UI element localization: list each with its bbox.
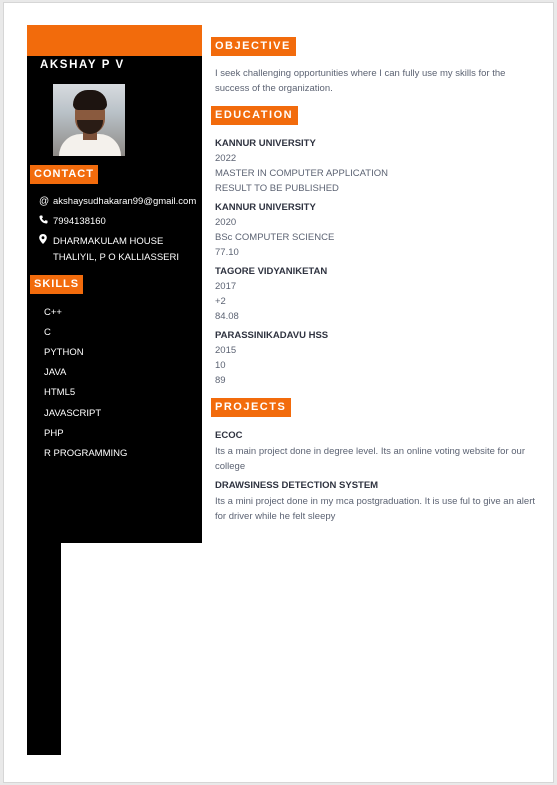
skill-item: C bbox=[44, 327, 51, 338]
education-result: 84.08 bbox=[215, 311, 239, 322]
education-year: 2017 bbox=[215, 281, 237, 292]
sidebar-tail bbox=[27, 543, 61, 755]
skill-item: C++ bbox=[44, 307, 62, 318]
skill-item: HTML5 bbox=[44, 387, 76, 398]
project-title: ECOC bbox=[215, 430, 243, 441]
education-course: BSc COMPUTER SCIENCE bbox=[215, 232, 335, 243]
education-institution: PARASSINIKADAVU HSS bbox=[215, 330, 329, 341]
address-text: DHARMAKULAM HOUSE THALIYIL, P O KALLIASS… bbox=[53, 236, 180, 263]
phone-icon bbox=[39, 214, 53, 230]
skill-item: JAVA bbox=[44, 367, 67, 378]
objective-heading: OBJECTIVE bbox=[211, 37, 296, 56]
candidate-name: AKSHAY P V bbox=[40, 59, 125, 71]
education-year: 2015 bbox=[215, 345, 237, 356]
contact-phone: 7994138160 bbox=[39, 214, 201, 230]
project-title: DRAWSINESS DETECTION SYSTEM bbox=[215, 480, 379, 491]
map-pin-icon bbox=[39, 234, 53, 266]
projects-heading: PROJECTS bbox=[211, 398, 292, 417]
education-course: 10 bbox=[215, 360, 226, 371]
profile-photo bbox=[53, 84, 125, 156]
sidebar-accent-bar bbox=[27, 25, 202, 56]
email-text: akshaysudhakaran99@gmail.com bbox=[53, 196, 197, 207]
education-result: 89 bbox=[215, 375, 226, 386]
contact-email: @ akshaysudhakaran99@gmail.com bbox=[39, 194, 201, 210]
education-institution: KANNUR UNIVERSITY bbox=[215, 202, 316, 213]
education-result: 77.10 bbox=[215, 247, 239, 258]
contact-address: DHARMAKULAM HOUSE THALIYIL, P O KALLIASS… bbox=[39, 234, 201, 266]
education-result: RESULT TO BE PUBLISHED bbox=[215, 183, 339, 194]
education-institution: KANNUR UNIVERSITY bbox=[215, 138, 316, 149]
skill-item: R PROGRAMMING bbox=[44, 448, 128, 459]
education-year: 2020 bbox=[215, 217, 237, 228]
skill-item: PHP bbox=[44, 428, 64, 439]
project-description: Its a main project done in degree level.… bbox=[215, 446, 525, 472]
phone-text: 7994138160 bbox=[53, 216, 106, 227]
education-year: 2022 bbox=[215, 153, 237, 164]
education-course: MASTER IN COMPUTER APPLICATION bbox=[215, 168, 388, 179]
skill-item: PYTHON bbox=[44, 347, 84, 358]
education-course: +2 bbox=[215, 296, 226, 307]
skills-heading: SKILLS bbox=[30, 275, 84, 294]
contact-heading: CONTACT bbox=[30, 165, 98, 184]
at-sign-icon: @ bbox=[39, 196, 50, 207]
objective-text: I seek challenging opportunities where I… bbox=[215, 68, 506, 94]
education-heading: EDUCATION bbox=[211, 106, 299, 125]
project-description: Its a mini project done in my mca postgr… bbox=[215, 496, 535, 522]
education-institution: TAGORE VIDYANIKETAN bbox=[215, 266, 328, 277]
skill-item: JAVASCRIPT bbox=[44, 408, 102, 419]
